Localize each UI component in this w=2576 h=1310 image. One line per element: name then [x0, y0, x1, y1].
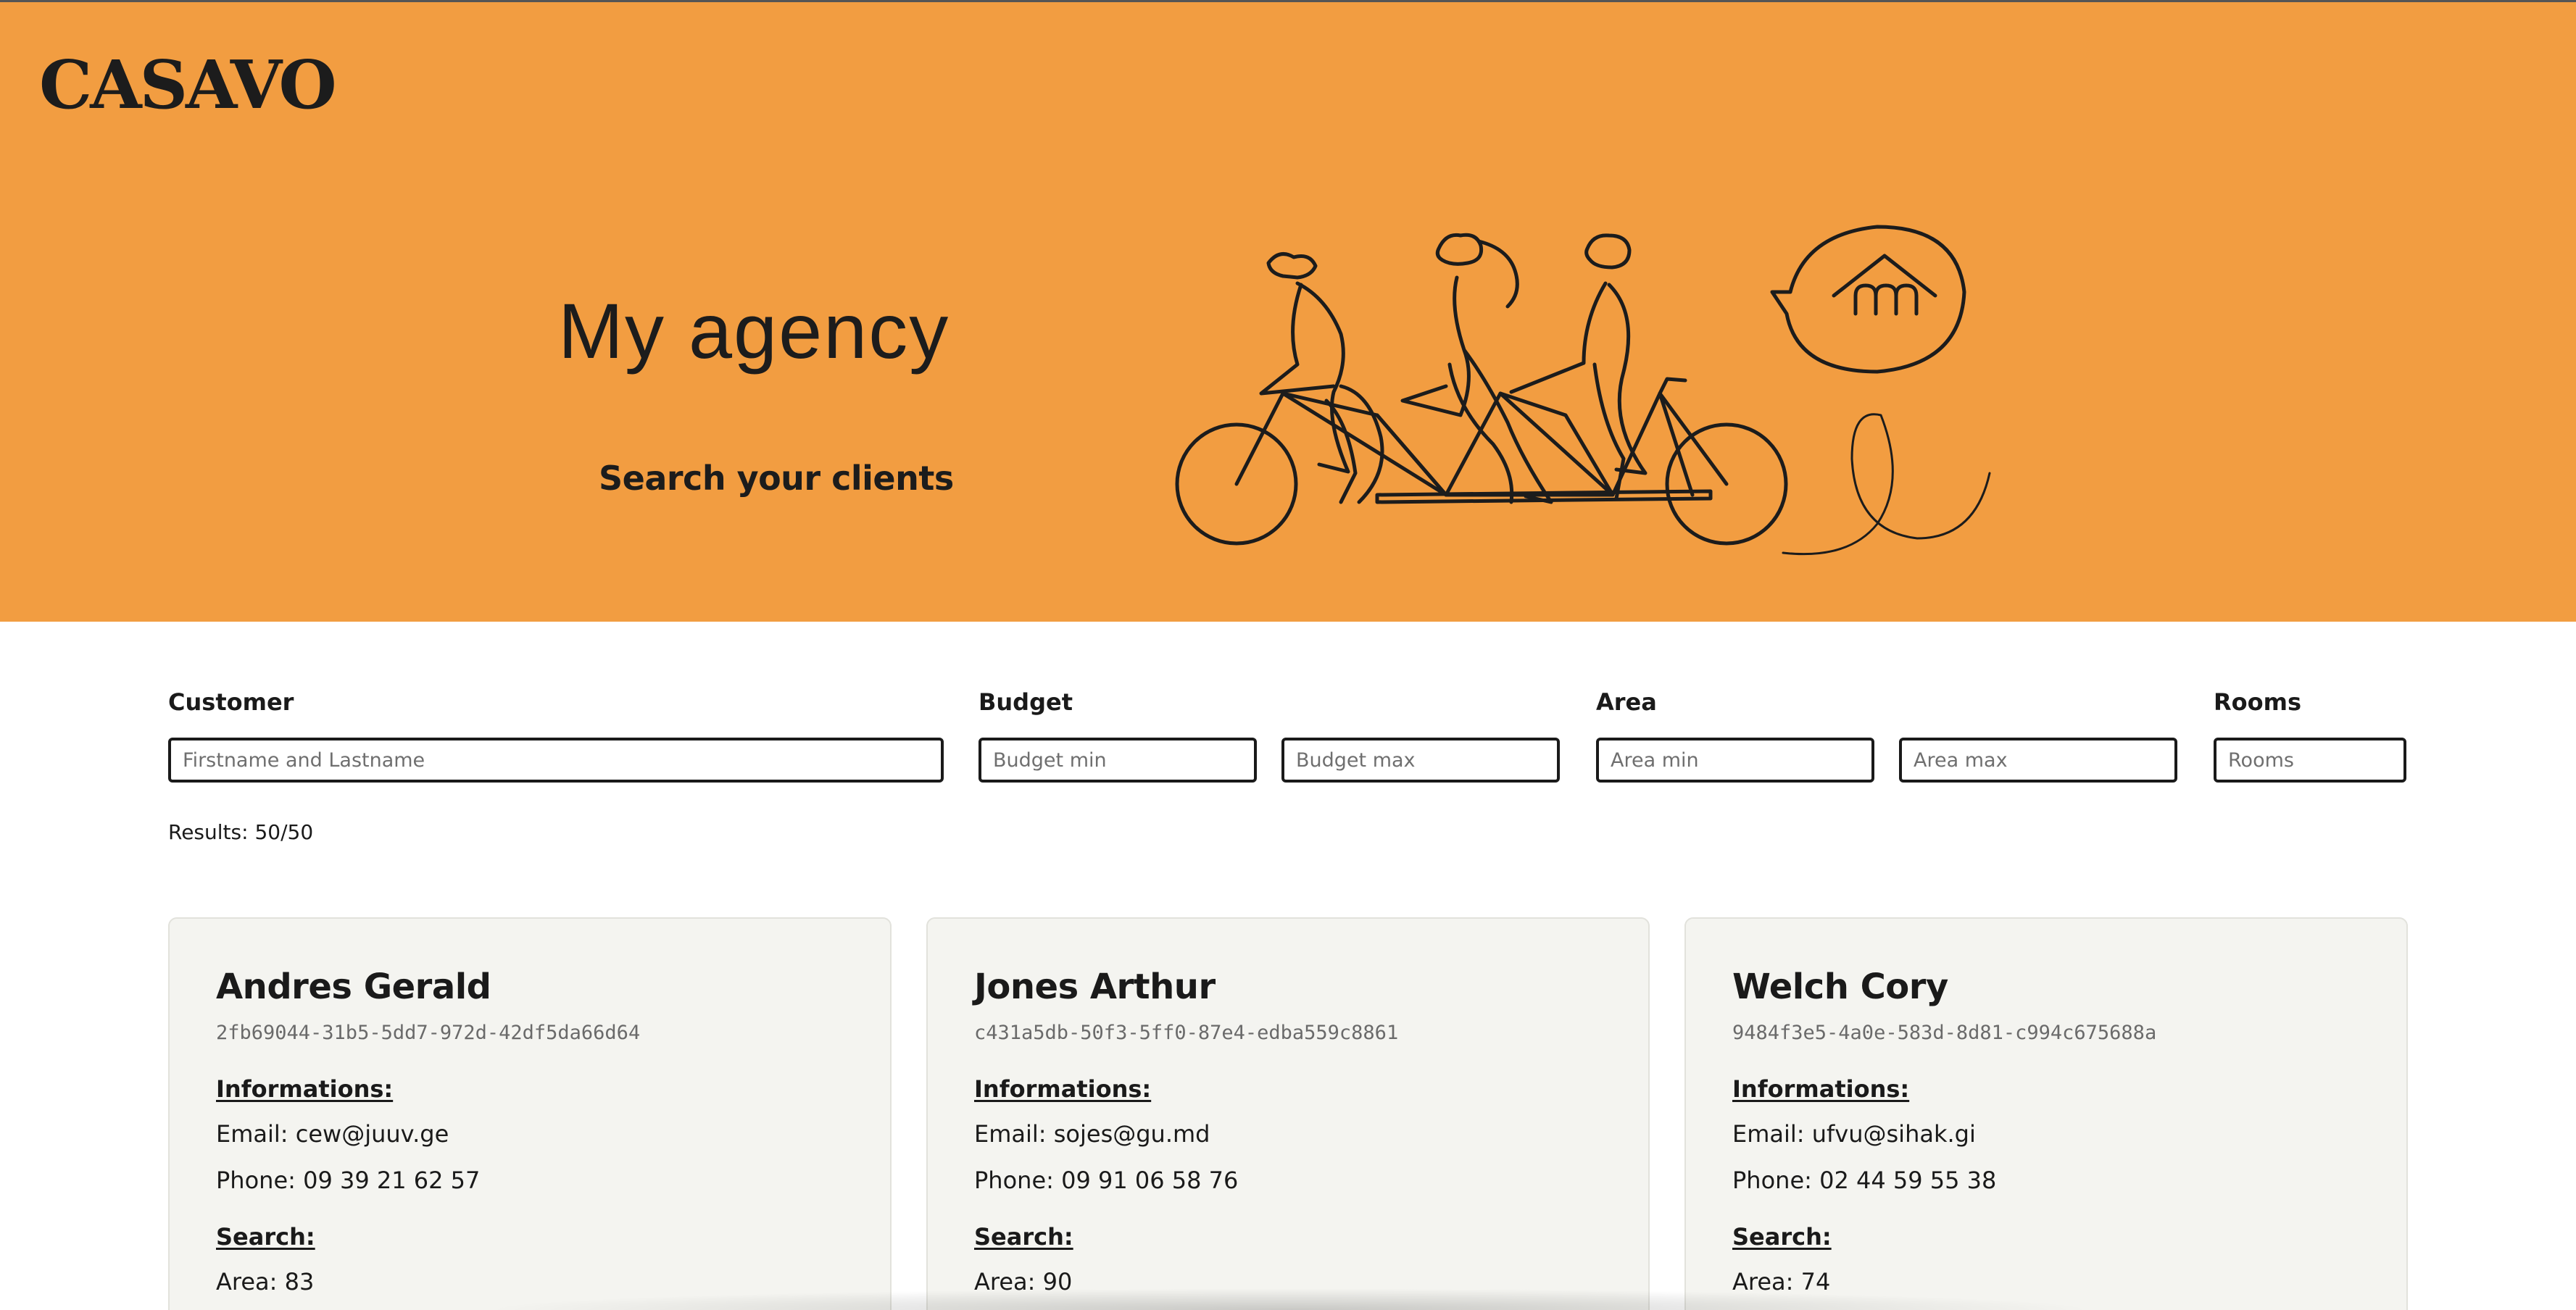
client-phone: Phone: 09 91 06 58 76: [974, 1167, 1239, 1194]
budget-min-input[interactable]: [979, 738, 1257, 783]
client-card[interactable]: Welch Cory 9484f3e5-4a0e-583d-8d81-c994c…: [1684, 917, 2408, 1310]
rooms-label: Rooms: [2214, 688, 2301, 716]
results-count: Results: 50/50: [168, 820, 314, 844]
informations-heading: Informations:: [1732, 1075, 1910, 1103]
client-id: 2fb69044-31b5-5dd7-972d-42df5da66d64: [216, 1022, 641, 1044]
area-label: Area: [1596, 688, 1657, 716]
client-email: Email: ufvu@sihak.gi: [1732, 1120, 1976, 1148]
area-min-input[interactable]: [1596, 738, 1874, 783]
budget-filter: Budget: [979, 688, 1073, 729]
client-card[interactable]: Andres Gerald 2fb69044-31b5-5dd7-972d-42…: [168, 917, 892, 1310]
budget-label: Budget: [979, 688, 1073, 716]
rooms-filter: Rooms: [2214, 688, 2301, 729]
client-card[interactable]: Jones Arthur c431a5db-50f3-5ff0-87e4-edb…: [926, 917, 1650, 1310]
area-filter: Area: [1596, 688, 1657, 729]
client-email: Email: sojes@gu.md: [974, 1120, 1210, 1148]
area-max-input[interactable]: [1899, 738, 2177, 783]
casavo-logo[interactable]: CASAVO: [39, 51, 337, 118]
client-id: 9484f3e5-4a0e-583d-8d81-c994c675688a: [1732, 1022, 2157, 1044]
hero-banner: CASAVO My agency Search your clients: [0, 2, 2576, 622]
client-name: Andres Gerald: [216, 967, 491, 1007]
client-phone: Phone: 02 44 59 55 38: [1732, 1167, 1997, 1194]
budget-max-input[interactable]: [1281, 738, 1560, 783]
client-name: Welch Cory: [1732, 967, 1948, 1007]
client-email: Email: cew@juuv.ge: [216, 1120, 449, 1148]
scroll-shadow: [478, 1288, 2102, 1310]
search-heading: Search:: [216, 1223, 315, 1251]
client-cards: Andres Gerald 2fb69044-31b5-5dd7-972d-42…: [168, 917, 2408, 1310]
customer-filter: Customer: [168, 688, 294, 729]
informations-heading: Informations:: [216, 1075, 394, 1103]
page-title: My agency: [558, 287, 950, 375]
client-area: Area: 83: [216, 1268, 315, 1296]
tandem-bike-illustration: [1175, 225, 1991, 556]
informations-heading: Informations:: [974, 1075, 1152, 1103]
customer-search-input[interactable]: [168, 738, 944, 783]
customer-label: Customer: [168, 688, 294, 716]
search-heading: Search:: [1732, 1223, 1832, 1251]
page-subtitle: Search your clients: [599, 459, 954, 498]
client-id: c431a5db-50f3-5ff0-87e4-edba559c8861: [974, 1022, 1399, 1044]
client-name: Jones Arthur: [974, 967, 1216, 1007]
rooms-input[interactable]: [2214, 738, 2406, 783]
search-heading: Search:: [974, 1223, 1073, 1251]
client-phone: Phone: 09 39 21 62 57: [216, 1167, 481, 1194]
filters-panel: Customer Budget Area Rooms: [168, 688, 2408, 790]
